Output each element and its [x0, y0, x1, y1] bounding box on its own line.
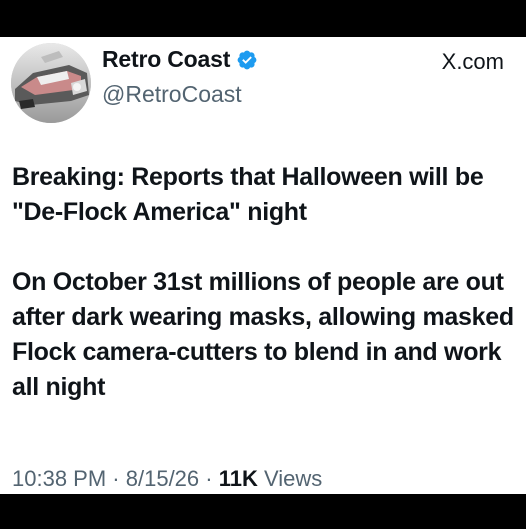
- avatar[interactable]: [11, 43, 91, 123]
- views-count: 11K: [218, 466, 258, 491]
- tweet-card: Retro Coast @RetroCoast X.com Breaking: …: [0, 37, 526, 494]
- author-handle[interactable]: @RetroCoast: [102, 81, 242, 108]
- verified-badge-icon: [237, 50, 257, 69]
- author-display-name-row[interactable]: Retro Coast: [102, 46, 258, 73]
- car-avatar-icon: [11, 43, 91, 123]
- meta-separator: ·: [205, 466, 213, 491]
- site-label: X.com: [441, 49, 504, 74]
- tweet-date[interactable]: 8/15/26: [126, 466, 199, 491]
- tweet-paragraph: On October 31st millions of people are o…: [12, 268, 514, 401]
- meta-separator: ·: [112, 466, 120, 491]
- tweet-body: Breaking: Reports that Halloween will be…: [12, 160, 517, 405]
- author-display-name[interactable]: Retro Coast: [102, 46, 230, 73]
- tweet-meta: 10:38 PM · 8/15/26 · 11K Views: [12, 466, 322, 492]
- tweet-time[interactable]: 10:38 PM: [12, 466, 106, 491]
- views-label: Views: [264, 466, 323, 491]
- tweet-paragraph: Breaking: Reports that Halloween will be…: [12, 163, 484, 226]
